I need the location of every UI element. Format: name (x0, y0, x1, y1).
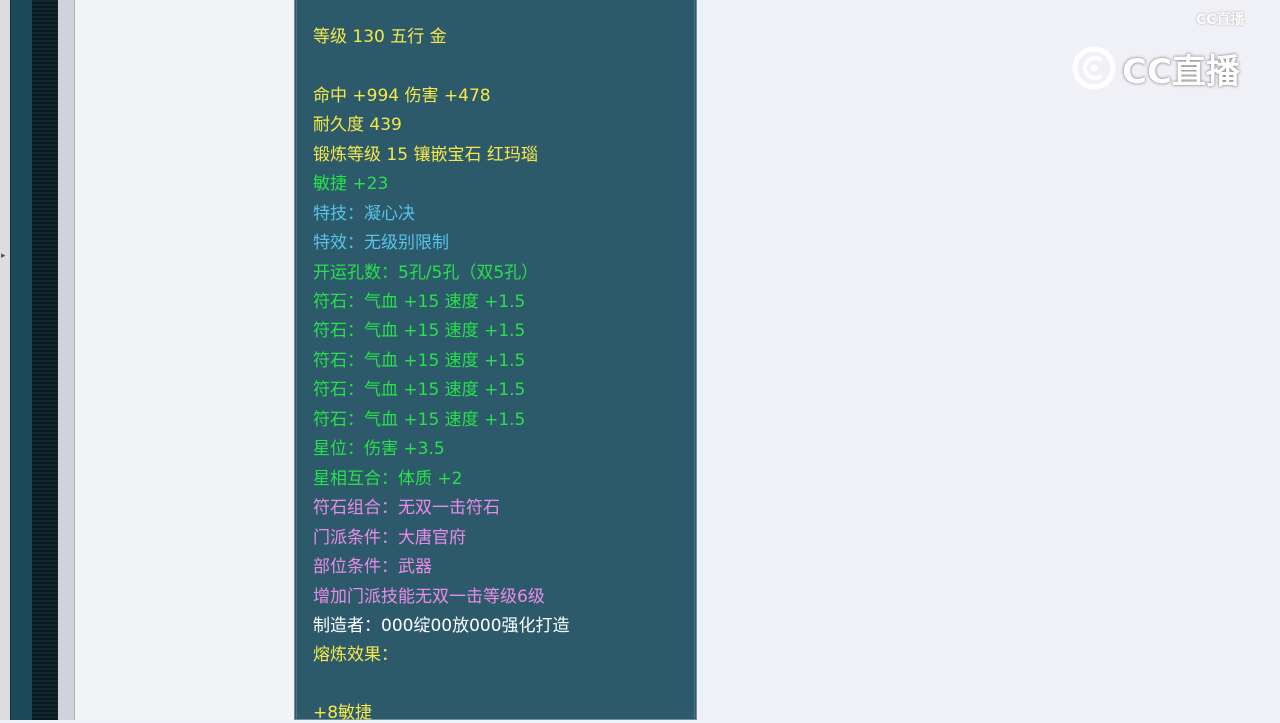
item-sect-requirement: 门派条件：大唐官府 (313, 528, 466, 548)
item-hole-count: 开运孔数：5孔/5孔（双5孔） (313, 263, 539, 283)
left-dark-bar (10, 0, 33, 720)
item-smelt-value: +8敏捷 (313, 703, 373, 723)
item-rune-2: 符石：气血 +15 速度 +1.5 (313, 321, 526, 341)
item-star-combo: 星相互合：体质 +2 (313, 469, 463, 489)
watermark-small: CC直播 (1196, 12, 1245, 28)
item-durability: 耐久度 439 (313, 115, 402, 135)
item-agility-bonus: 敏捷 +23 (313, 174, 389, 194)
item-part-requirement: 部位条件：武器 (313, 557, 432, 577)
cc-live-logo-icon (1072, 46, 1116, 90)
item-rune-4: 符石：气血 +15 速度 +1.5 (313, 380, 526, 400)
item-smelt-label: 熔炼效果： (313, 645, 398, 665)
item-special-effect: 特效：无级别限制 (313, 233, 449, 253)
item-star-position: 星位：伤害 +3.5 (313, 439, 445, 459)
item-forge-level: 锻炼等级 15 镶嵌宝石 红玛瑙 (313, 145, 538, 165)
watermark-large: CC直播 (1072, 44, 1240, 92)
collapse-arrow-icon[interactable]: ▸ (1, 252, 6, 261)
item-skill-bonus: 增加门派技能无双一击等级6级 (313, 587, 545, 607)
watermark-large-text: CC直播 (1122, 51, 1240, 92)
left-border-strip: ▸ (0, 0, 10, 720)
item-maker: 制造者：000绽00放000强化打造 (313, 616, 570, 636)
left-scrollbar[interactable] (58, 0, 75, 720)
item-rune-combo: 符石组合：无双一击符石 (313, 498, 500, 518)
item-rune-5: 符石：气血 +15 速度 +1.5 (313, 410, 526, 430)
item-rune-1: 符石：气血 +15 速度 +1.5 (313, 292, 526, 312)
item-rune-3: 符石：气血 +15 速度 +1.5 (313, 351, 526, 371)
item-level-line: 等级 130 五行 金 (313, 27, 447, 47)
item-tooltip-panel: 等级 130 五行 金 命中 +994 伤害 +478 耐久度 439 锻炼等级… (294, 0, 697, 723)
item-special-skill: 特技：凝心决 (313, 204, 415, 224)
content-pane (75, 0, 293, 720)
left-striped-bar (32, 0, 58, 720)
right-pane (698, 0, 1280, 720)
item-hit-damage: 命中 +994 伤害 +478 (313, 86, 491, 106)
